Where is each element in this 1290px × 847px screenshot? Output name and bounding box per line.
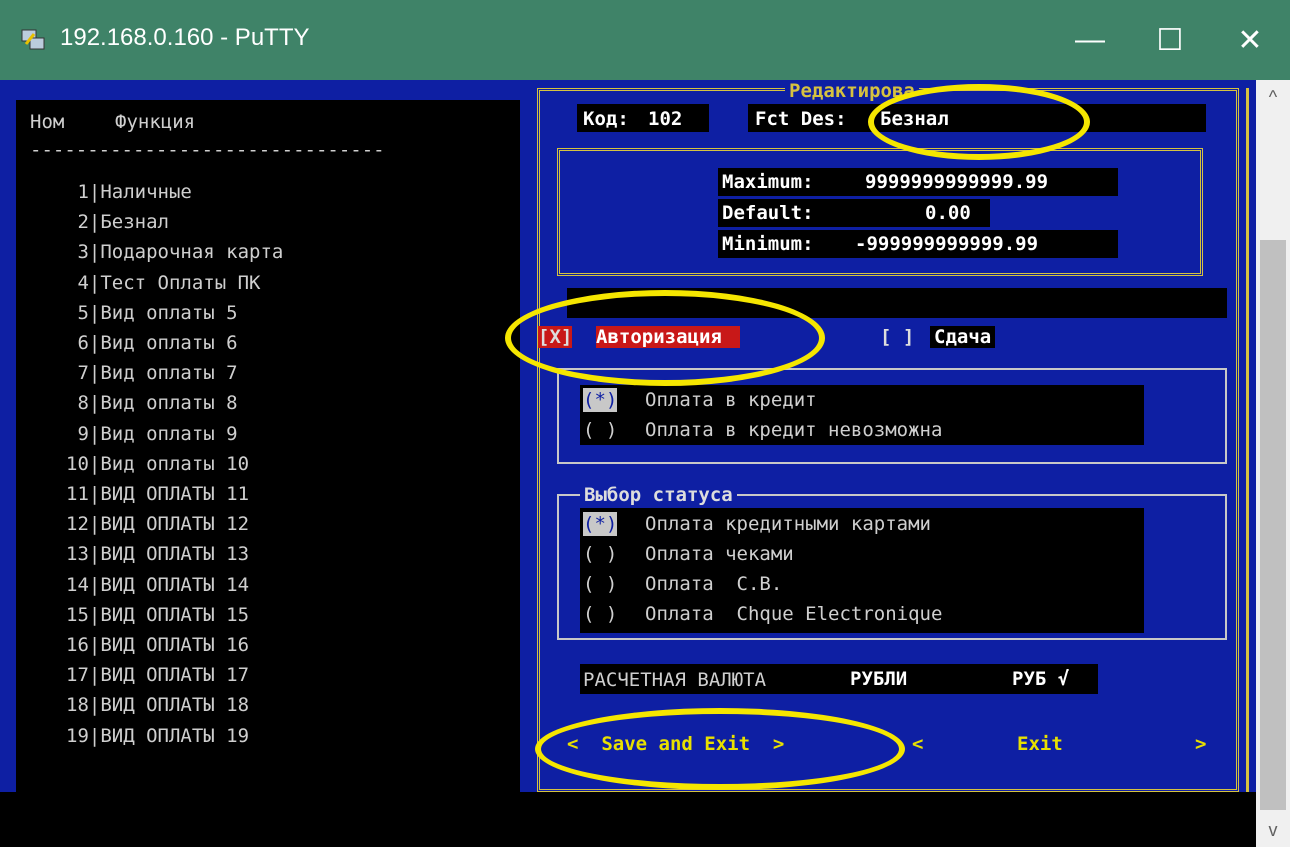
scrollbar-thumb[interactable] — [1260, 240, 1286, 810]
header-separator: ------------------------------- — [30, 139, 385, 161]
radio-button[interactable]: (*) — [583, 388, 618, 412]
list-item[interactable]: 2|Безнал — [66, 212, 169, 232]
list-item[interactable]: 13|ВИД ОПЛАТЫ 13 — [66, 544, 249, 564]
list-item[interactable]: 15|ВИД ОПЛАТЫ 15 — [66, 605, 249, 625]
radio-option-label[interactable]: Оплата С.В. — [645, 572, 782, 596]
status-group-title: Выбор статуса — [580, 483, 737, 507]
column-header-function: Функция — [115, 111, 196, 133]
list-item[interactable]: 4|Тест Оплаты ПК — [66, 273, 260, 293]
scroll-down-icon[interactable]: v — [1256, 813, 1290, 847]
list-item[interactable]: 16|ВИД ОПЛАТЫ 16 — [66, 635, 249, 655]
radio-button[interactable]: (*) — [583, 512, 618, 536]
maximize-button[interactable]: ☐ — [1130, 0, 1210, 80]
list-item[interactable]: 7|Вид оплаты 7 — [66, 363, 237, 383]
save-exit-highlight-ring — [535, 708, 905, 790]
list-item[interactable]: 12|ВИД ОПЛАТЫ 12 — [66, 514, 249, 534]
currency-label: РАСЧЕТНАЯ ВАЛЮТА — [583, 669, 767, 691]
list-item[interactable]: 19|ВИД ОПЛАТЫ 19 — [66, 726, 249, 746]
change-label[interactable]: Сдача — [930, 326, 996, 348]
list-item[interactable]: 6|Вид оплаты 6 — [66, 333, 237, 353]
default-label: Default: — [722, 202, 814, 224]
terminal-bottom — [0, 792, 1256, 847]
payment-list-box — [16, 100, 520, 792]
maximum-label: Maximum: — [722, 171, 814, 193]
radio-button[interactable]: ( ) — [583, 542, 617, 566]
column-header-number: Ном — [30, 111, 65, 133]
list-item[interactable]: 10|Вид оплаты 10 — [66, 454, 249, 474]
title-bar: 192.168.0.160 - PuTTY — ☐ ✕ — [0, 0, 1290, 80]
list-item[interactable]: 14|ВИД ОПЛАТЫ 14 — [66, 575, 249, 595]
radio-option-label[interactable]: Оплата Chque Electronique — [645, 602, 942, 626]
list-item[interactable]: 11|ВИД ОПЛАТЫ 11 — [66, 484, 249, 504]
list-item[interactable]: 18|ВИД ОПЛАТЫ 18 — [66, 695, 249, 715]
exit-button[interactable]: Exit — [1017, 733, 1063, 755]
exit-left-arrow[interactable]: < — [912, 733, 923, 755]
radio-option-label[interactable]: Оплата в кредит — [645, 388, 817, 412]
code-value[interactable]: 102 — [648, 108, 682, 130]
radio-button[interactable]: ( ) — [583, 572, 617, 596]
radio-button[interactable]: ( ) — [583, 418, 617, 442]
change-checkbox[interactable]: [ ] — [880, 326, 914, 348]
list-item[interactable]: 3|Подарочная карта — [66, 242, 283, 262]
radio-option-label[interactable]: Оплата чеками — [645, 542, 794, 566]
scroll-up-icon[interactable]: ^ — [1256, 80, 1290, 114]
minimum-label: Minimum: — [722, 233, 814, 255]
currency-code[interactable]: РУБ √ — [1012, 668, 1069, 690]
list-item[interactable]: 9|Вид оплаты 9 — [66, 424, 237, 444]
currency-value[interactable]: РУБЛИ — [850, 668, 907, 690]
maximum-input[interactable]: 9999999999999.99 — [865, 171, 1048, 193]
fct-des-label: Fct Des: — [755, 108, 847, 130]
minimum-input[interactable]: -999999999999.99 — [855, 233, 1038, 255]
default-input[interactable]: 0.00 — [925, 202, 971, 224]
radio-button[interactable]: ( ) — [583, 602, 617, 626]
code-label: Код: — [583, 108, 629, 130]
putty-icon — [21, 29, 45, 50]
minimize-button[interactable]: — — [1050, 0, 1130, 80]
authorization-highlight-ring — [505, 290, 825, 386]
list-item[interactable]: 5|Вид оплаты 5 — [66, 303, 237, 323]
panel-edge — [1246, 88, 1249, 792]
list-item[interactable]: 8|Вид оплаты 8 — [66, 393, 237, 413]
fct-des-highlight-ring — [868, 84, 1090, 160]
list-item[interactable]: 1|Наличные — [66, 182, 191, 202]
exit-right-arrow[interactable]: > — [1195, 733, 1206, 755]
radio-option-label[interactable]: Оплата в кредит невозможна — [645, 418, 942, 442]
radio-option-label[interactable]: Оплата кредитными картами — [645, 512, 931, 536]
list-item[interactable]: 17|ВИД ОПЛАТЫ 17 — [66, 665, 249, 685]
close-button[interactable]: ✕ — [1210, 0, 1290, 80]
window-title: 192.168.0.160 - PuTTY — [60, 24, 310, 51]
